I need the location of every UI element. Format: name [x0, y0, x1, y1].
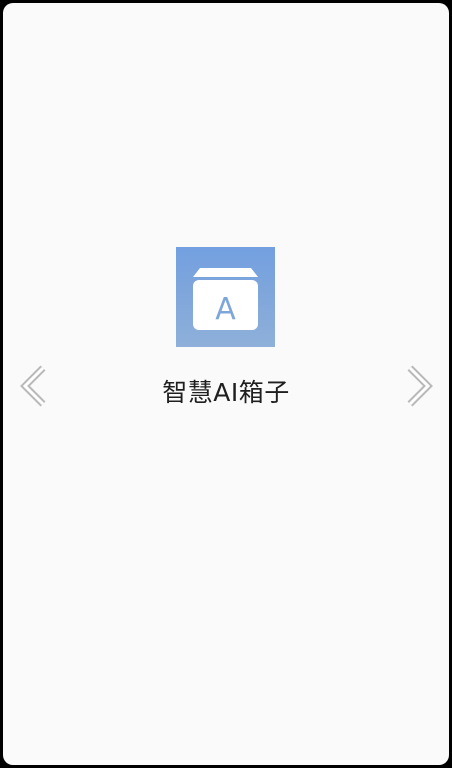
logo-letter: A	[215, 292, 236, 327]
box-letter-a-icon: A	[193, 268, 258, 330]
chevron-right-icon	[407, 365, 433, 407]
next-button[interactable]	[402, 365, 434, 407]
app-logo: A	[176, 247, 275, 347]
app-name: 智慧AI箱子	[162, 378, 290, 407]
splash-screen: A 智慧AI箱子	[3, 3, 449, 765]
